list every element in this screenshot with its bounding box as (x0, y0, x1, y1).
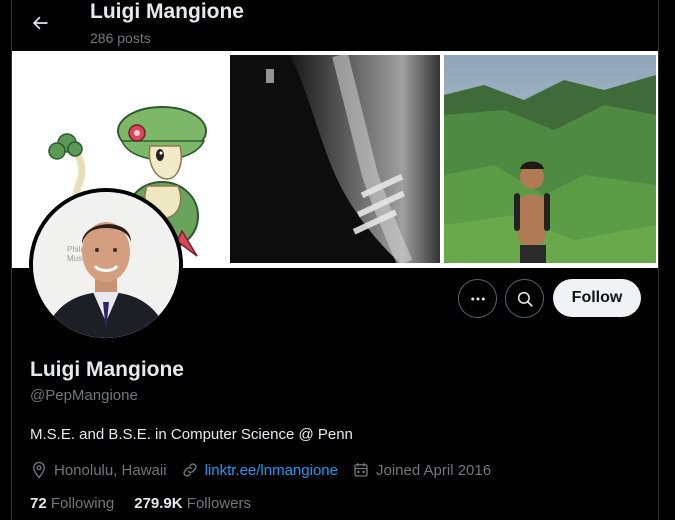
banner-spine-xray (230, 55, 440, 263)
column-border-right (658, 0, 659, 520)
avatar-photo: Philad Muse (33, 192, 179, 338)
following-label: Following (50, 495, 115, 512)
link-icon (183, 463, 197, 477)
post-count: 286 posts (90, 30, 151, 46)
follow-button[interactable]: Follow (553, 279, 641, 317)
following-count: 72 (30, 495, 47, 512)
profile-page: Luigi Mangione 286 posts Philad Muse Fol… (0, 0, 675, 520)
location: Honolulu, Hawaii (30, 461, 167, 479)
location-text: Honolulu, Hawaii (54, 461, 167, 479)
followers-count: 279.9K (134, 495, 183, 512)
banner-hiking-photo (444, 55, 656, 263)
join-date: Joined April 2016 (352, 461, 491, 479)
more-dots-icon (470, 297, 485, 300)
header-title: Luigi Mangione (90, 0, 244, 23)
followers-link[interactable]: 279.9K Followers (134, 495, 251, 512)
location-pin-icon (33, 461, 45, 479)
search-icon (517, 291, 533, 307)
display-name: Luigi Mangione (30, 358, 184, 381)
calendar-icon (354, 463, 368, 477)
website-link[interactable]: linktr.ee/lnmangione (205, 462, 338, 479)
profile-meta: Honolulu, Hawaii linktr.ee/lnmangione Jo… (30, 460, 505, 480)
following-link[interactable]: 72 Following (30, 495, 114, 512)
arrow-left-icon (32, 16, 48, 30)
user-handle: @PepMangione (30, 387, 138, 404)
follow-stats: 72 Following 279.9K Followers (30, 495, 271, 512)
back-button[interactable] (22, 5, 58, 41)
more-options-button[interactable] (458, 279, 497, 318)
followers-label: Followers (186, 495, 251, 512)
search-posts-button[interactable] (505, 279, 544, 318)
profile-avatar[interactable]: Philad Muse (29, 188, 183, 342)
bio: M.S.E. and B.S.E. in Computer Science @ … (30, 426, 353, 443)
website[interactable]: linktr.ee/lnmangione (181, 461, 338, 479)
join-date-text: Joined April 2016 (375, 461, 492, 479)
